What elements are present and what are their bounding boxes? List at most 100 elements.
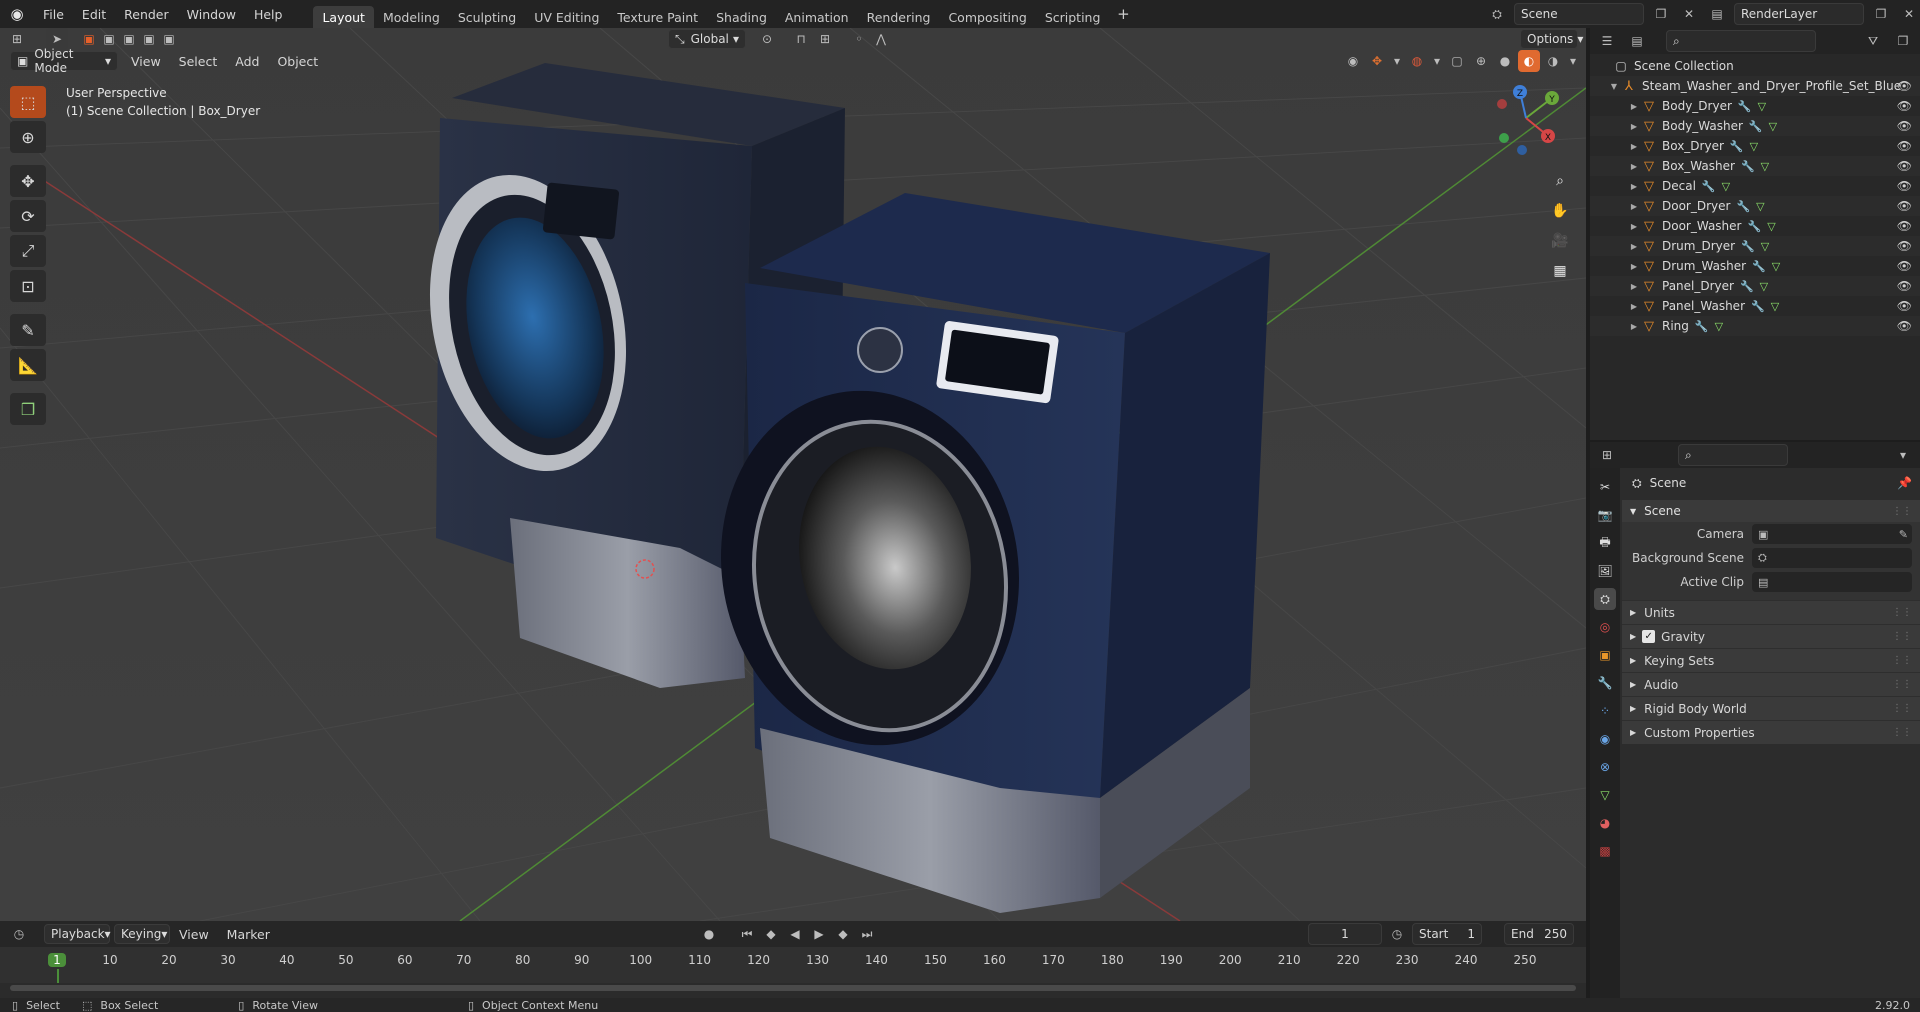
properties-editor-type-icon[interactable]: ⊞ [1596,444,1618,466]
expand-right-icon[interactable]: ▶ [1628,102,1640,111]
tab-uv-editing[interactable]: UV Editing [525,6,608,28]
editor-type-icon[interactable]: ⊞ [6,28,28,50]
3d-viewport[interactable]: ⊞ ➤ ▣ ▣ ▣ ▣ ▣ ⤡ Global ▾ ⊙ ⊓ ⊞ ◦ ⋀ Optio… [0,28,1586,921]
mesh-data-icon[interactable]: ▽ [1761,240,1769,253]
collection-row[interactable]: ▼ ⅄ Steam_Washer_and_Dryer_Profile_Set_B… [1590,76,1920,96]
tab-scene-icon[interactable]: ⛭ [1594,588,1616,610]
menu-window[interactable]: Window [178,7,245,22]
overlays-icon[interactable]: ◍ [1406,50,1428,72]
tab-data-icon[interactable]: ▽ [1594,784,1616,806]
modifier-icon[interactable]: 🔧 [1741,160,1755,173]
rotate-tool[interactable]: ⟳ [10,200,46,232]
playhead[interactable] [57,969,59,983]
expand-down-icon[interactable]: ▼ [1608,82,1620,91]
drag-handle-icon[interactable]: ⋮⋮ [1892,607,1912,618]
eye-icon[interactable]: 👁 [1897,319,1912,333]
pin-icon[interactable]: 📌 [1897,476,1912,490]
navigation-gizmo[interactable]: Y X Z [1486,78,1566,158]
outliner-object-row[interactable]: ▶ ▽ Door_Dryer 🔧 ▽ 👁 [1590,196,1920,216]
add-cube-tool[interactable]: ❒ [10,393,46,425]
modifier-icon[interactable]: 🔧 [1752,260,1766,273]
properties-options-icon[interactable]: ▾ [1892,444,1914,466]
cursor-tool[interactable]: ⊕ [10,121,46,153]
drag-handle-icon[interactable]: ⋮⋮ [1892,727,1912,738]
timeline-ruler[interactable]: 1 10 20 30 40 50 60 70 80 90 100 110 120 130 140 150 160… [0,947,1586,983]
select-invert-icon[interactable]: ▣ [140,28,158,50]
viewport-menu-select[interactable]: Select [170,54,227,69]
expand-right-icon[interactable]: ▶ [1628,222,1640,231]
move-tool[interactable]: ✥ [10,165,46,197]
menu-render[interactable]: Render [115,7,178,22]
mesh-data-icon[interactable]: ▽ [1769,120,1777,133]
eyedropper-icon[interactable]: ✎ [1899,528,1908,541]
annotate-tool[interactable]: ✎ [10,314,46,346]
drag-handle-icon[interactable]: ⋮⋮ [1892,703,1912,714]
outliner-editor-type-icon[interactable]: ☰ [1596,30,1618,52]
menu-edit[interactable]: Edit [73,7,115,22]
preview-range-icon[interactable]: ◷ [1386,923,1408,945]
new-viewlayer-icon[interactable]: ❐ [1870,3,1892,25]
expand-right-icon[interactable]: ▶ [1628,162,1640,171]
outliner-object-row[interactable]: ▶ ▽ Ring 🔧 ▽ 👁 [1590,316,1920,336]
select-intersect-icon[interactable]: ▣ [160,28,178,50]
blender-logo-icon[interactable]: ◉ [0,0,34,28]
jump-start-icon[interactable]: ⏮ [736,923,758,945]
start-frame-field[interactable]: Start 1 [1412,923,1482,945]
play-icon[interactable]: ▶ [808,923,830,945]
tab-render-icon[interactable]: 📷 [1594,504,1616,526]
timeline-editor-type-icon[interactable]: ◷ [8,923,30,945]
outliner-object-row[interactable]: ▶ ▽ Drum_Washer 🔧 ▽ 👁 [1590,256,1920,276]
expand-right-icon[interactable]: ▶ [1628,202,1640,211]
outliner-object-row[interactable]: ▶ ▽ Panel_Washer 🔧 ▽ 👁 [1590,296,1920,316]
modifier-icon[interactable]: 🔧 [1730,140,1744,153]
modifier-icon[interactable]: 🔧 [1738,100,1752,113]
units-panel[interactable]: ▶ Units ⋮⋮ [1622,600,1920,624]
ortho-grid-icon[interactable]: ▦ [1547,258,1573,284]
proportional-edit-icon[interactable]: ◦ [848,28,870,50]
menu-help[interactable]: Help [245,7,292,22]
gravity-checkbox[interactable]: ✓ [1642,630,1656,643]
mesh-data-icon[interactable]: ▽ [1758,100,1766,113]
outliner-object-row[interactable]: ▶ ▽ Box_Dryer 🔧 ▽ 👁 [1590,136,1920,156]
tab-constraints-icon[interactable]: ⊗ [1594,756,1616,778]
modifier-icon[interactable]: 🔧 [1695,320,1709,333]
tab-layout[interactable]: Layout [313,6,374,28]
mesh-data-icon[interactable]: ▽ [1722,180,1730,193]
tab-view-layer-icon[interactable]: 🖼 [1594,560,1616,582]
timeline-menu-marker[interactable]: Marker [218,927,279,942]
tab-material-icon[interactable]: ◕ [1594,812,1616,834]
gizmo-icon[interactable]: ✥ [1366,50,1388,72]
tab-tool-icon[interactable]: ✂ [1594,476,1616,498]
new-collection-icon[interactable]: ❐ [1892,30,1914,52]
outliner-object-row[interactable]: ▶ ▽ Decal 🔧 ▽ 👁 [1590,176,1920,196]
filter-icon[interactable]: ⛛ [1862,30,1884,52]
tab-animation[interactable]: Animation [776,6,858,28]
drag-handle-icon[interactable]: ⋮⋮ [1892,631,1912,642]
camera-field[interactable]: ▣ ✎ [1752,524,1912,544]
add-workspace-icon[interactable]: + [1113,4,1133,24]
expand-right-icon[interactable]: ▶ [1628,142,1640,151]
eye-icon[interactable]: 👁 [1897,139,1912,153]
expand-right-icon[interactable]: ▶ [1628,302,1640,311]
scene-name-field[interactable]: Scene [1514,3,1644,25]
transform-tool[interactable]: ⊡ [10,270,46,302]
tab-world-icon[interactable]: ◎ [1594,616,1616,638]
scene-browse-icon[interactable]: ⛭ [1486,3,1508,25]
transform-orientation-dropdown[interactable]: ⤡ Global ▾ [668,29,746,49]
eye-icon[interactable]: 👁 [1897,99,1912,113]
modifier-icon[interactable]: 🔧 [1751,300,1765,313]
viewlayer-browse-icon[interactable]: ▤ [1706,3,1728,25]
drag-handle-icon[interactable]: ⋮⋮ [1892,679,1912,690]
zoom-icon[interactable]: ⌕ [1547,168,1573,194]
eye-icon[interactable]: 👁 [1897,299,1912,313]
tab-output-icon[interactable]: 🖶 [1594,532,1616,554]
falloff-icon[interactable]: ⋀ [870,28,892,50]
tab-object-icon[interactable]: ▣ [1594,644,1616,666]
chevron-down-icon[interactable]: ▾ [1390,50,1404,72]
mode-dropdown[interactable]: ▣ Object Mode ▾ [10,47,118,75]
outliner-object-row[interactable]: ▶ ▽ Panel_Dryer 🔧 ▽ 👁 [1590,276,1920,296]
outliner-object-row[interactable]: ▶ ▽ Drum_Dryer 🔧 ▽ 👁 [1590,236,1920,256]
modifier-icon[interactable]: 🔧 [1741,240,1755,253]
options-button[interactable]: Options ▾ [1520,29,1583,49]
keying-dropdown[interactable]: Keying ▾ [114,924,170,944]
